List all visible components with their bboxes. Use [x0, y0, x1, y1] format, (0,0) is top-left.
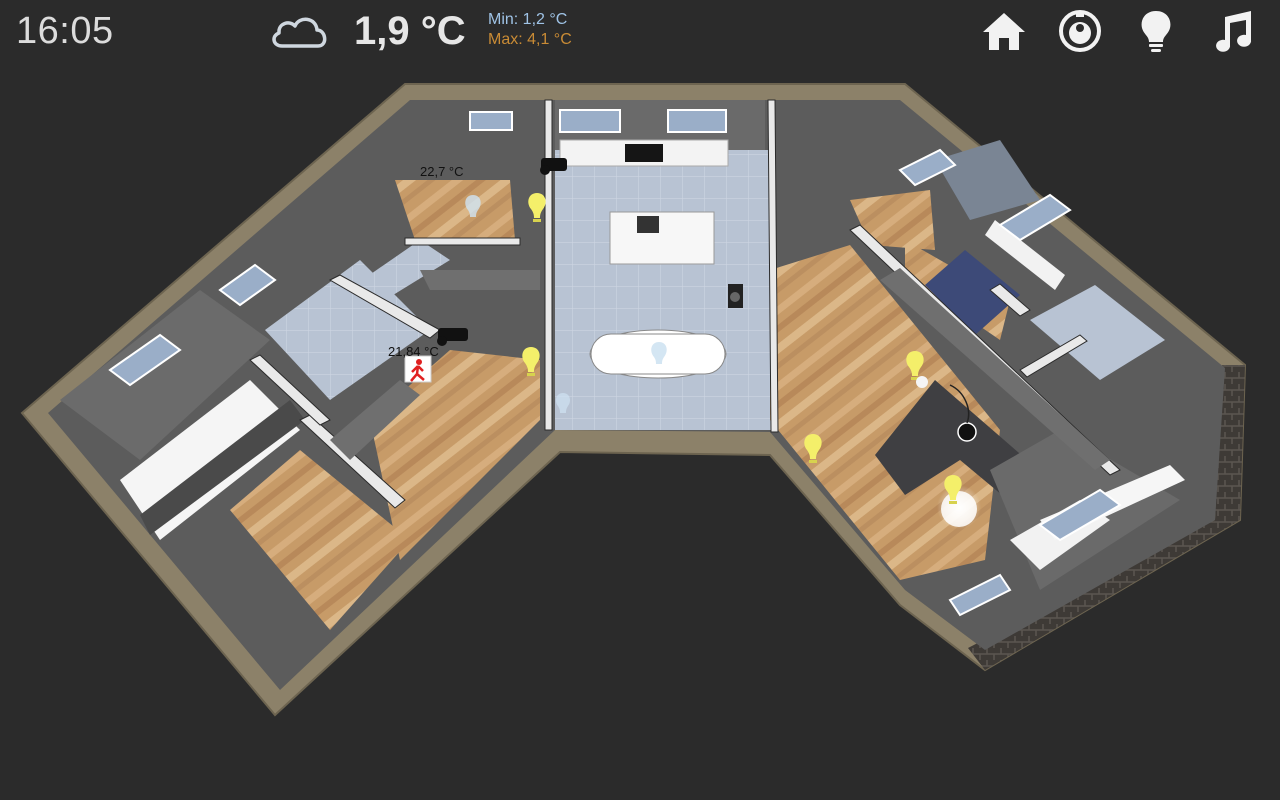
robot-vacuum-icon — [1059, 10, 1101, 52]
motion-alert-icon[interactable] — [404, 355, 432, 383]
lights-button[interactable] — [1132, 8, 1180, 54]
robot-vacuum-button[interactable] — [1056, 8, 1104, 54]
outdoor-temperature: 1,9 °C — [354, 9, 466, 53]
clock: 16:05 — [16, 10, 114, 52]
top-bar: 16:05 1,9 °C Min: 1,2 °C Max: 4,1 °C — [0, 0, 1280, 70]
music-button[interactable] — [1208, 8, 1256, 54]
cloud-icon — [272, 17, 327, 48]
bedroom-temperature-sensor[interactable]: 22,7 °C — [420, 164, 464, 179]
bathroom-temperature-sensor[interactable]: 21,84 °C — [388, 344, 439, 359]
house-model — [20, 83, 1247, 717]
lightbulb-icon — [1141, 11, 1171, 52]
home-icon — [983, 13, 1025, 50]
temperature-max: Max: 4,1 °C — [488, 31, 572, 48]
temperature-min: Min: 1,2 °C — [488, 11, 568, 28]
floor-plan: 22,7 °C 21,84 °C — [20, 83, 1247, 717]
music-note-icon — [1216, 11, 1252, 52]
home-button[interactable] — [980, 8, 1028, 54]
